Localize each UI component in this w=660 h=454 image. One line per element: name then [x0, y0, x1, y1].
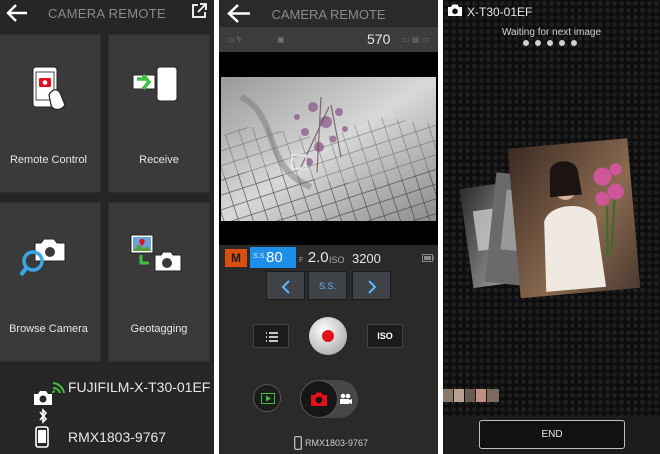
battery-icon	[422, 254, 434, 262]
aperture-value: 2.0	[307, 249, 329, 266]
camera-icon	[448, 4, 462, 16]
geotagging-icon	[130, 234, 182, 272]
browse-camera-icon	[19, 238, 66, 277]
camera-name: X-T30-01EF	[467, 5, 533, 19]
camera-icon	[311, 392, 327, 406]
remote-control-screen: CAMERA REMOTE ▭ ϟ ▣ 570 ▭ ▤ ▭ M S.S. 80 …	[219, 0, 438, 454]
menu-header: CAMERA REMOTE	[0, 0, 214, 26]
bluetooth-icon	[39, 408, 48, 424]
remote-header: CAMERA REMOTE	[219, 0, 438, 27]
menu-screen: CAMERA REMOTE Remote Control Receive Bro…	[0, 0, 214, 454]
video-icon	[340, 393, 352, 404]
playback-button[interactable]	[253, 384, 281, 412]
live-view-image	[221, 77, 436, 221]
playback-icon	[261, 393, 275, 404]
receive-screen: X-T30-01EF Waiting for next image END	[443, 0, 660, 454]
receive-status: Waiting for next image	[501, 27, 602, 38]
bottom-bar: END	[443, 416, 660, 454]
thumbnail-strip[interactable]	[443, 387, 501, 403]
chevron-right-icon	[368, 280, 377, 294]
shutter-speed-button-label: S.S.	[318, 281, 336, 291]
aperture-display: F 2.0	[299, 249, 329, 267]
shutter-speed-label: S.S.	[253, 253, 267, 260]
iso-button-label: ISO	[377, 331, 393, 341]
mode-status-icon: ▣	[277, 35, 285, 44]
remote-control-icon	[32, 66, 66, 111]
live-view[interactable]	[219, 52, 438, 245]
remote-control-label: Remote Control	[9, 154, 88, 166]
geotagging-tile[interactable]: Geotagging	[108, 202, 210, 362]
phone-icon	[35, 426, 49, 448]
received-photos-stack	[459, 138, 641, 298]
decrease-button[interactable]	[266, 271, 305, 300]
browse-camera-tile[interactable]: Browse Camera	[0, 202, 101, 362]
phone-name: RMX1803-9767	[68, 429, 167, 445]
chevron-left-icon	[281, 280, 290, 294]
record-dot-icon	[322, 330, 334, 342]
aperture-label: F	[299, 257, 304, 264]
iso-label: ISO	[329, 255, 345, 265]
receive-tile[interactable]: Receive	[108, 34, 210, 193]
loading-indicator	[523, 40, 583, 48]
phone-icon	[294, 436, 302, 450]
open-external-icon[interactable]	[190, 2, 208, 20]
camera-name: FUJIFILM-X-T30-01EF	[68, 379, 211, 395]
page-title: CAMERA REMOTE	[47, 6, 167, 21]
list-icon	[266, 332, 278, 342]
remote-control-tile[interactable]: Remote Control	[0, 34, 101, 193]
connected-phone: RMX1803-9767	[219, 434, 438, 454]
photo-mode-button[interactable]	[300, 380, 338, 418]
iso-display: ISO 3200	[329, 250, 381, 268]
shutter-speed-button[interactable]: S.S.	[308, 271, 347, 300]
battery-status-icon: ▭ ϟ	[227, 35, 242, 44]
phone-name: RMX1803-9767	[305, 438, 369, 448]
iso-button[interactable]: ISO	[367, 324, 403, 348]
exposure-settings: M S.S. 80 F 2.0 ISO 3200	[219, 246, 438, 268]
receive-label: Receive	[139, 154, 179, 166]
geotagging-label: Geotagging	[130, 323, 188, 335]
page-title: CAMERA REMOTE	[271, 7, 386, 22]
end-button[interactable]: END	[479, 420, 625, 449]
camera-status-bar: ▭ ϟ ▣ 570 ▭ ▤ ▭	[219, 27, 438, 52]
iso-value: 3200	[351, 251, 381, 266]
quality-status-icon: ▭ ▤ ▭	[402, 35, 430, 44]
browse-camera-label: Browse Camera	[9, 323, 88, 335]
record-button[interactable]	[309, 317, 347, 355]
wifi-icon	[52, 382, 65, 394]
shutter-speed-display[interactable]: S.S. 80	[250, 247, 296, 268]
camera-icon	[34, 391, 52, 405]
connection-info: FUJIFILM-X-T30-01EF RMX1803-9767	[0, 368, 214, 454]
shots-remaining: 570	[367, 31, 391, 47]
capture-mode-switch[interactable]	[300, 380, 358, 418]
increase-button[interactable]	[352, 271, 391, 300]
receive-icon	[132, 66, 178, 102]
shutter-speed-value: 80	[266, 249, 283, 266]
shooting-mode-badge: M	[225, 249, 247, 267]
menu-list-button[interactable]	[253, 324, 289, 348]
